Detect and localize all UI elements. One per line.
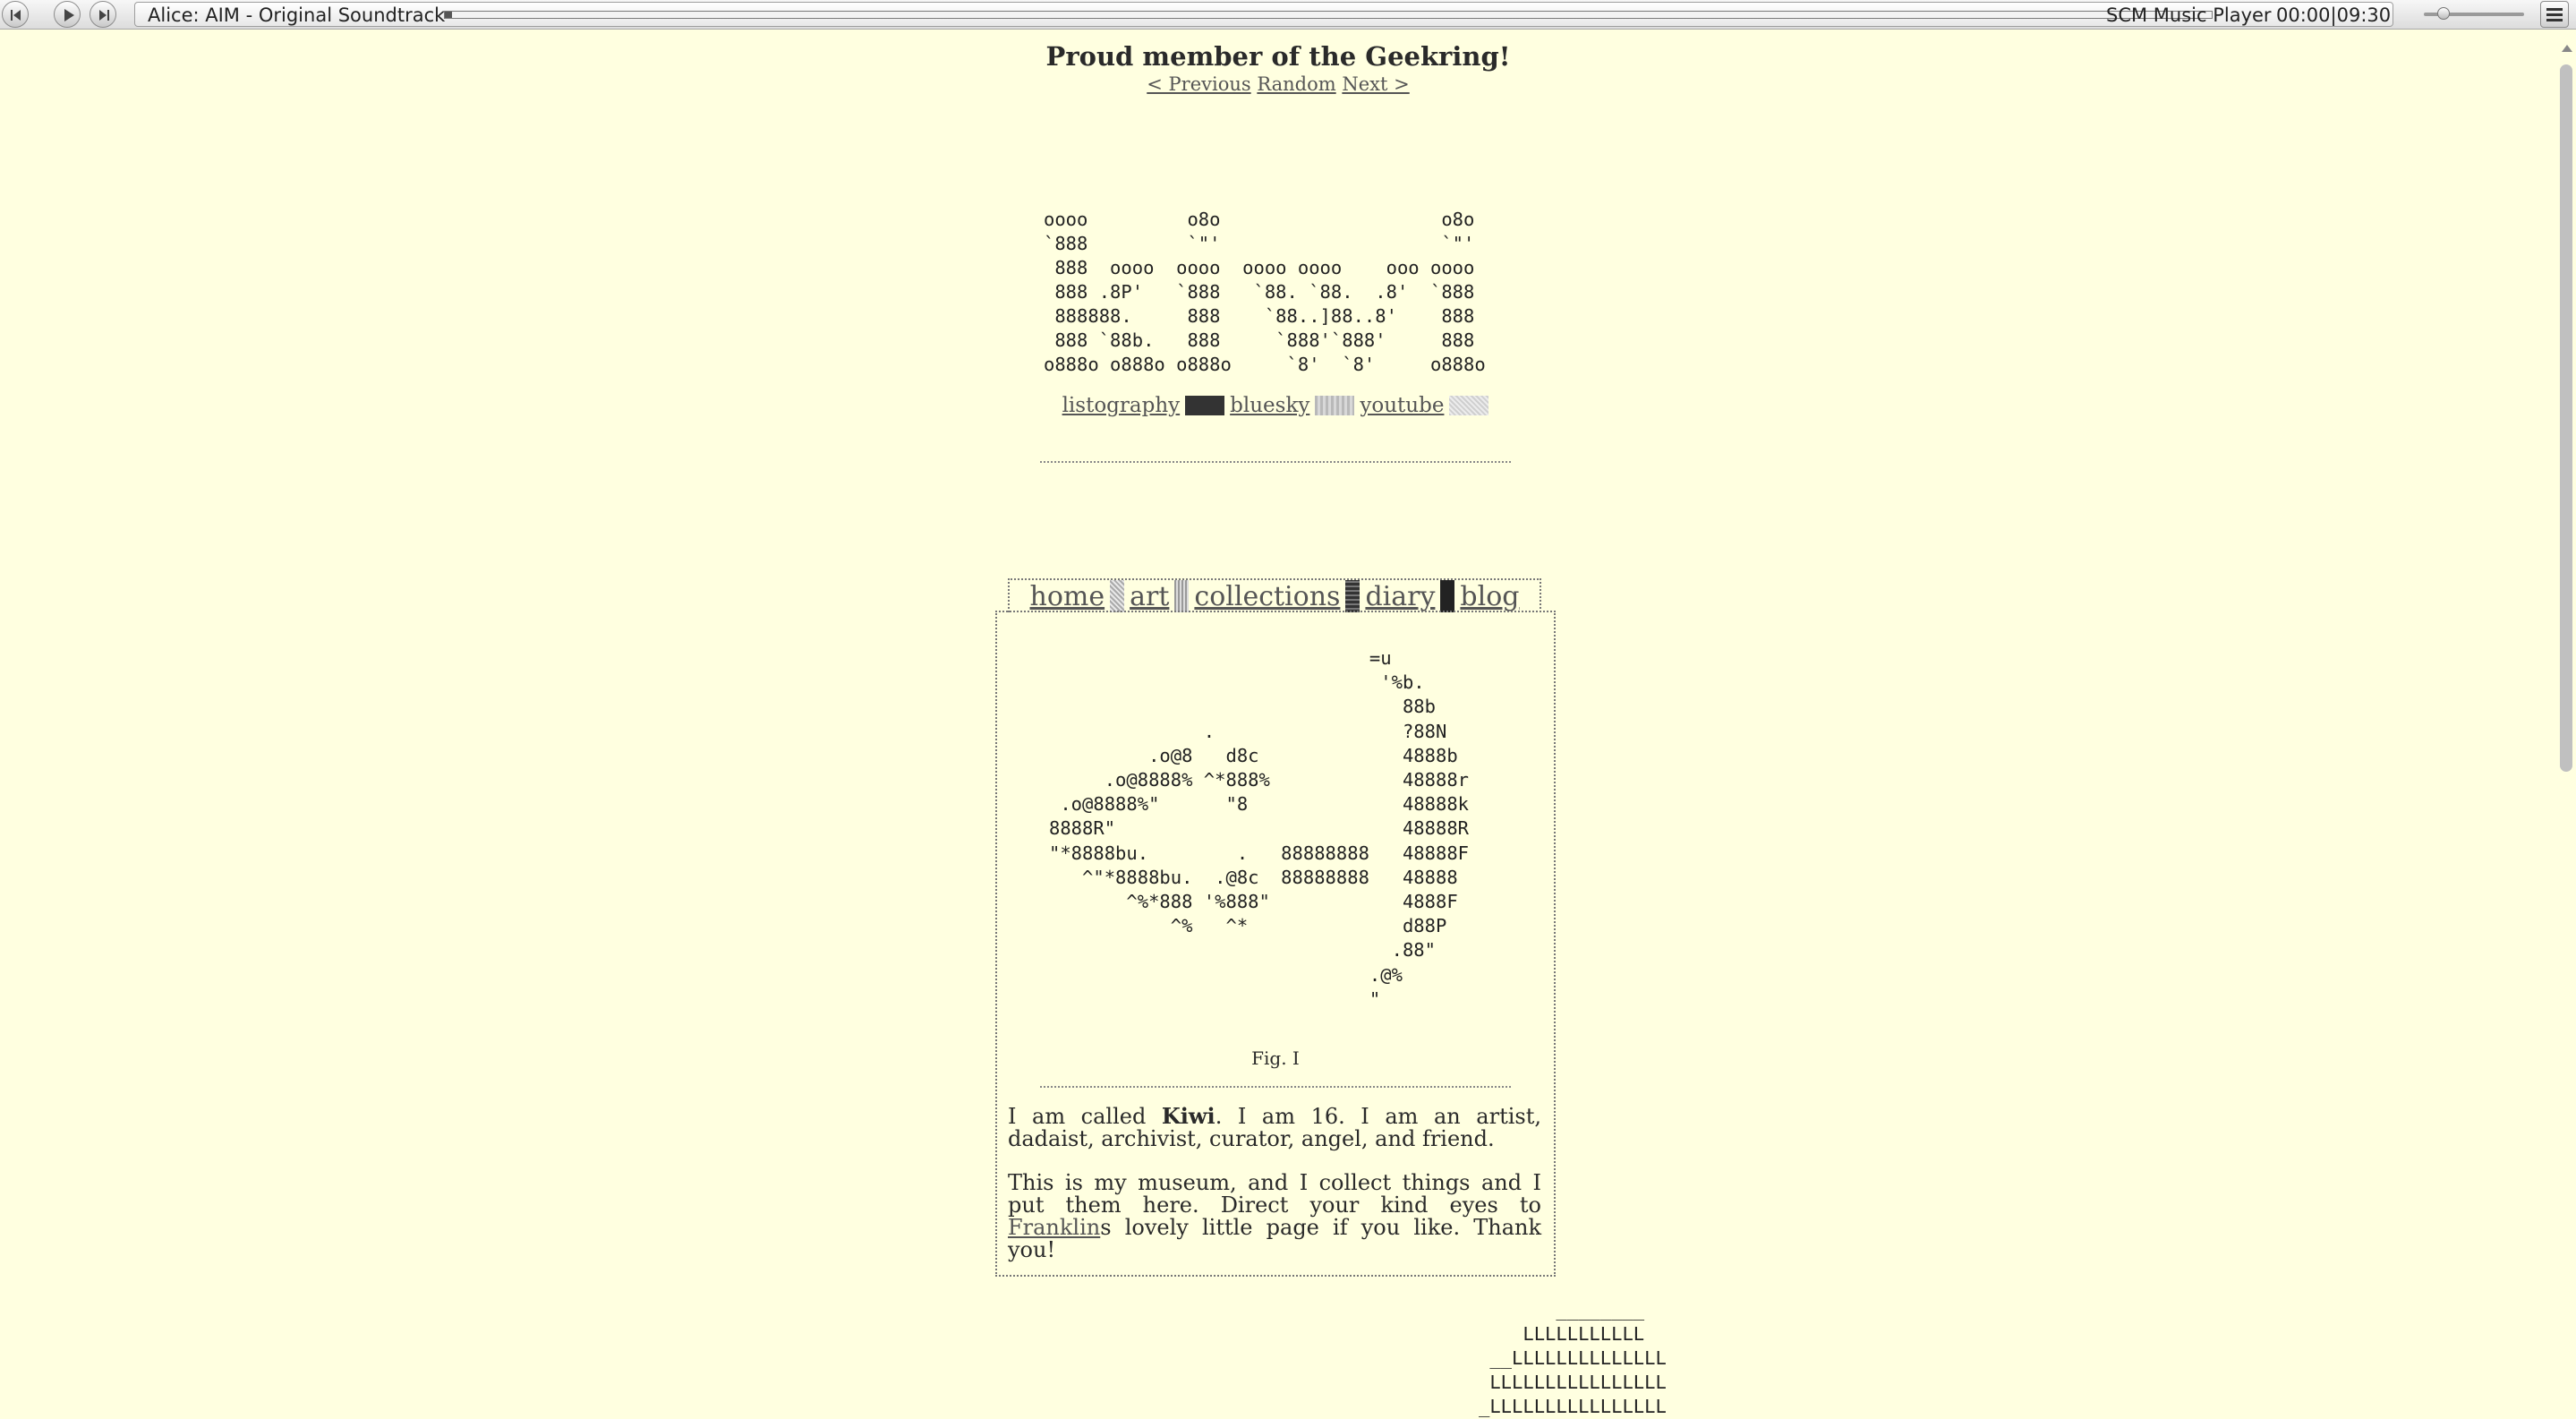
previous-track-button[interactable] (2, 1, 29, 28)
page-scrollbar[interactable] (2556, 30, 2576, 1416)
geekring-previous-link[interactable]: < Previous (1147, 73, 1250, 95)
nav-collections[interactable]: collections (1194, 581, 1340, 612)
track-info-panel: Alice: AIM - Original Soundtrack SCM Mus… (134, 2, 2393, 27)
seek-bar[interactable] (444, 11, 2213, 19)
geekring-next-link[interactable]: Next > (1342, 73, 1409, 95)
play-button[interactable] (54, 1, 81, 28)
menu-icon-line (2546, 19, 2563, 21)
geekring-nav: < Previous Random Next > (0, 73, 2556, 95)
tab-separator (1345, 580, 1361, 612)
time-display: 00:00|09:30 (2276, 4, 2392, 26)
figure-caption: Fig. I (1251, 1047, 1300, 1069)
skip-back-icon (11, 10, 21, 21)
youtube-link[interactable]: youtube (1360, 394, 1444, 417)
geekring-title: Proud member of the Geekring! (1045, 41, 1511, 72)
tab-separator (1174, 580, 1190, 612)
intro-paragraph-2: This is my museum, and I collect things … (1008, 1172, 1541, 1261)
play-icon (64, 9, 74, 21)
next-track-button[interactable] (90, 1, 116, 28)
intro-text-span: This is my museum, and I collect things … (1008, 1170, 1541, 1218)
tab-separator (1440, 580, 1455, 612)
scroll-up-arrow-icon[interactable] (2562, 45, 2572, 52)
music-player-bar: Alice: AIM - Original Soundtrack SCM Mus… (0, 0, 2576, 30)
kiwi-ascii-logo: oooo o8o o8o `888 `"' `"' 888 oooo oooo … (1044, 209, 1486, 375)
social-links: listography bluesky youtube (0, 394, 2556, 417)
dotted-divider (1040, 1086, 1511, 1088)
geekring-random-link[interactable]: Random (1257, 73, 1335, 95)
menu-icon (2546, 8, 2563, 11)
site-owner-name: Kiwi (1161, 1103, 1215, 1129)
playlist-button[interactable] (2540, 1, 2569, 28)
nav-diary[interactable]: diary (1365, 581, 1435, 612)
skip-forward-icon (99, 10, 109, 21)
listography-link[interactable]: listography (1062, 394, 1181, 417)
intro-text-span: I am called (1008, 1104, 1162, 1129)
bottom-ascii-art: ________ LLLLLLLLLLL __LLLLLLLLLLLLLL LL… (1479, 1299, 1667, 1417)
menu-icon-line (2546, 13, 2563, 16)
tab-separator (1110, 580, 1125, 612)
intro-text: I am called Kiwi. I am 16. I am an artis… (1008, 1105, 1541, 1283)
nav-art[interactable]: art (1130, 581, 1169, 612)
player-name: SCM Music Player (2106, 4, 2272, 26)
track-title: Alice: AIM - Original Soundtrack (148, 4, 446, 26)
decorative-block (1315, 396, 1355, 415)
kiwi-bird-ascii-art: =u '%b. 88b . ?88N .o@8 d8c 4888b .o@888… (1049, 647, 1469, 1010)
decorative-block (1185, 396, 1225, 415)
nav-home[interactable]: home (1030, 581, 1105, 612)
volume-knob[interactable] (2437, 7, 2450, 20)
intro-paragraph-1: I am called Kiwi. I am 16. I am an artis… (1008, 1105, 1541, 1150)
scrollbar-thumb[interactable] (2560, 64, 2572, 772)
franklin-link[interactable]: Franklin (1008, 1215, 1100, 1240)
seek-progress (445, 12, 452, 18)
bluesky-link[interactable]: bluesky (1230, 394, 1309, 417)
decorative-block (1449, 396, 1489, 415)
nav-blog[interactable]: blog (1460, 581, 1519, 612)
dotted-divider (1040, 461, 1511, 463)
main-nav: home art collections diary blog (1008, 578, 1541, 612)
